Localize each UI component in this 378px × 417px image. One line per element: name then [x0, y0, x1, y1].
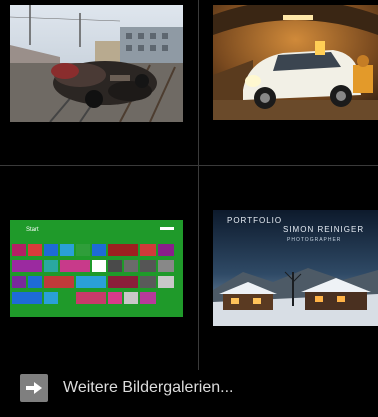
grid-divider-vertical — [198, 0, 199, 370]
car-tunnel-image — [213, 5, 378, 120]
more-galleries-label: Weitere Bildergalerien... — [63, 379, 234, 396]
gallery-thumb-car-wreck-rails[interactable] — [10, 5, 183, 122]
gallery-thumb-portfolio[interactable]: PORTFOLIO SIMON REINIGER PHOTOGRAPHER — [213, 210, 378, 326]
portfolio-name: SIMON REINIGER — [283, 225, 364, 234]
more-galleries-link[interactable]: Weitere Bildergalerien... — [20, 373, 233, 403]
grid-divider-horizontal — [0, 165, 378, 166]
portfolio-title: PORTFOLIO — [227, 216, 282, 225]
gallery-thumb-windows8-start[interactable]: Start — [10, 220, 183, 317]
win8-start-label: Start — [26, 227, 39, 233]
gallery-thumb-car-tunnel[interactable] — [213, 5, 378, 120]
arrow-right-icon — [20, 374, 48, 402]
windows8-start-image: Start — [10, 220, 183, 317]
car-wreck-image — [10, 5, 183, 122]
portfolio-subtitle: PHOTOGRAPHER — [287, 237, 341, 243]
portfolio-image: PORTFOLIO SIMON REINIGER PHOTOGRAPHER — [213, 210, 378, 326]
